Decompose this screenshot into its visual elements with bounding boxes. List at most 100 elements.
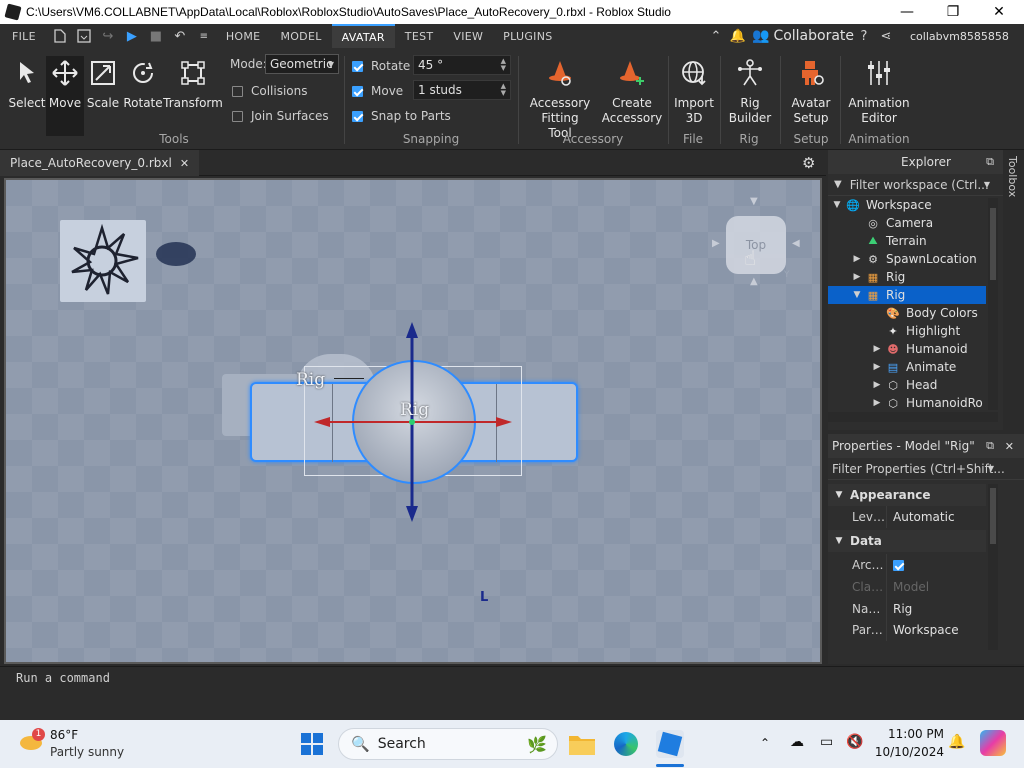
volume-muted-icon[interactable]: 🔇 (846, 734, 863, 750)
redo-dropdown-icon[interactable]: ≡ (192, 24, 216, 48)
expand-arrow-right-icon[interactable]: ▶ (872, 398, 882, 408)
rig-builder-button[interactable]: Rig Builder (728, 58, 772, 126)
command-bar[interactable]: Run a command (0, 666, 1024, 688)
snap-move-checkbox[interactable] (352, 85, 363, 97)
expand-arrow-right-icon[interactable]: ▶ (852, 272, 862, 282)
appearance-category[interactable]: ▼ Appearance (828, 484, 986, 506)
view-cube-up-arrow-icon[interactable]: ▼ (750, 196, 758, 207)
explorer-scrollbar[interactable] (988, 198, 998, 410)
maximize-button[interactable]: ❐ (930, 0, 976, 24)
explorer-filter-input[interactable]: ▼ Filter workspace (Ctrl... ▼ (828, 174, 1024, 196)
create-accessory-button[interactable]: Create Accessory (602, 58, 662, 126)
view-cube-right-arrow-icon[interactable]: ◀ (792, 238, 800, 249)
new-file-icon[interactable] (48, 24, 72, 48)
collisions-toggle[interactable]: Collisions (232, 84, 308, 98)
taskbar-search-box[interactable]: 🔍 Search 🌿 (338, 728, 558, 760)
notification-bell-icon[interactable]: 🔔 (948, 734, 965, 750)
stop-icon[interactable]: ■ (144, 24, 168, 48)
explorer-item[interactable]: ⛰ Terrain (828, 232, 986, 250)
collaborate-button[interactable]: 👥 Collaborate (752, 24, 854, 48)
expand-arrow-right-icon[interactable]: ▶ (872, 344, 882, 354)
explorer-item[interactable]: ▼ 🌐 Workspace (828, 196, 986, 214)
tab-avatar[interactable]: AVATAR (331, 24, 395, 48)
mode-dropdown[interactable]: Geometric ▼ (265, 54, 339, 74)
edge-browser-icon[interactable] (612, 730, 640, 758)
scale-tool-button[interactable]: Scale (84, 58, 122, 111)
undo-icon[interactable]: ↶ (168, 24, 192, 48)
data-category[interactable]: ▼ Data (828, 530, 986, 552)
tab-test[interactable]: TEST (395, 24, 444, 48)
properties-close-icon[interactable]: ✕ (1005, 440, 1014, 453)
properties-filter-input[interactable]: Filter Properties (Ctrl+Shift... ▼ (828, 458, 1024, 480)
command-input[interactable]: Run a command (16, 671, 110, 685)
toolbox-side-tab[interactable]: Toolbox (1003, 150, 1024, 430)
expand-arrow-right-icon[interactable]: ▶ (872, 362, 882, 372)
file-menu[interactable]: FILE (0, 24, 48, 48)
start-button[interactable] (298, 730, 326, 758)
minimize-button[interactable]: — (884, 0, 930, 24)
clock-date[interactable]: 10/10/2024 (874, 745, 944, 759)
play-icon[interactable]: ▶ (120, 24, 144, 48)
network-icon[interactable]: ☁ (790, 734, 804, 750)
property-value[interactable] (886, 554, 912, 576)
explorer-item[interactable]: ✦ Highlight (828, 322, 986, 340)
document-tab-close-icon[interactable]: ✕ (180, 157, 189, 170)
undock-icon[interactable]: ⧉ (986, 439, 994, 453)
property-value[interactable]: Automatic (886, 506, 955, 528)
property-row-archivable[interactable]: Archiva... (828, 554, 986, 576)
properties-scrollbar-thumb[interactable] (990, 488, 996, 544)
move-increment-input[interactable]: 1 studs ▲ ▼ (413, 80, 511, 100)
property-value[interactable]: Rig (886, 598, 912, 620)
join-surfaces-toggle[interactable]: Join Surfaces (232, 109, 329, 123)
move-tool-button[interactable]: Move (46, 56, 84, 136)
snap-to-parts-checkbox[interactable] (352, 110, 363, 122)
help-icon[interactable]: ? (852, 24, 876, 48)
property-row-name[interactable]: Name Rig (828, 598, 986, 620)
weather-temp[interactable]: 86°F (50, 728, 78, 742)
view-cube-down-arrow-icon[interactable]: ▲ (750, 276, 758, 287)
explorer-item[interactable]: ▶ ▦ Rig (828, 268, 986, 286)
close-button[interactable]: ✕ (976, 0, 1022, 24)
expand-arrow-down-icon[interactable]: ▼ (852, 290, 862, 300)
explorer-item[interactable]: ▶ ⬡ HumanoidRo (828, 394, 986, 412)
notifications-icon[interactable]: 🔔 (726, 24, 750, 48)
snap-to-parts-toggle[interactable]: Snap to Parts (352, 109, 451, 123)
file-explorer-icon[interactable] (568, 730, 596, 758)
save-icon[interactable] (72, 24, 96, 48)
explorer-item[interactable]: ▶ ☻ Humanoid (828, 340, 986, 358)
import-3d-button[interactable]: Import 3D (674, 58, 714, 126)
tab-plugins[interactable]: PLUGINS (493, 24, 562, 48)
weather-widget[interactable]: 1 (18, 728, 46, 758)
properties-scrollbar[interactable] (988, 484, 998, 650)
rotate-tool-button[interactable]: Rotate (122, 58, 164, 111)
show-hidden-icons-icon[interactable]: ⌃ (760, 736, 770, 750)
property-row-parent[interactable]: Parent Workspace (828, 619, 986, 641)
view-cube-left-arrow-icon[interactable]: ▶ (712, 238, 720, 249)
spawn-location-part[interactable] (60, 220, 146, 302)
animation-editor-button[interactable]: Animation Editor (848, 58, 910, 126)
archivable-checkbox[interactable] (893, 559, 904, 571)
snap-rotate-checkbox[interactable] (352, 60, 363, 72)
copilot-icon[interactable] (980, 730, 1006, 756)
accessory-fitting-tool-button[interactable]: Accessory Fitting Tool (528, 58, 592, 141)
expand-arrow-down-icon[interactable]: ▼ (832, 200, 842, 210)
undock-icon[interactable]: ⧉ (986, 155, 994, 169)
explorer-scrollbar-thumb[interactable] (990, 208, 996, 280)
clock-time[interactable]: 11:00 PM (874, 727, 944, 741)
move-gizmo[interactable] (306, 316, 522, 528)
share-icon[interactable]: ⋖ (874, 24, 898, 48)
tab-model[interactable]: MODEL (270, 24, 331, 48)
expand-arrow-right-icon[interactable]: ▶ (872, 380, 882, 390)
explorer-item[interactable]: ▶ ▤ Animate (828, 358, 986, 376)
explorer-item[interactable]: ▶ ⚙ SpawnLocation (828, 250, 986, 268)
explorer-item[interactable]: ▼ ▦ Rig (828, 286, 986, 304)
tab-home[interactable]: HOME (216, 24, 271, 48)
collapse-ribbon-icon[interactable]: ⌃ (704, 24, 728, 48)
weather-desc[interactable]: Partly sunny (50, 745, 124, 759)
join-surfaces-checkbox[interactable] (232, 110, 243, 122)
property-value[interactable]: Workspace (886, 619, 959, 641)
3d-viewport[interactable]: Top ▼ ▲ ▶ ◀ Y ☝ Rig Rig L (4, 178, 822, 664)
rotate-increment-input[interactable]: 45 ° ▲ ▼ (413, 55, 511, 75)
explorer-item[interactable]: ◎ Camera (828, 214, 986, 232)
transform-tool-button[interactable]: Transform (163, 58, 223, 111)
